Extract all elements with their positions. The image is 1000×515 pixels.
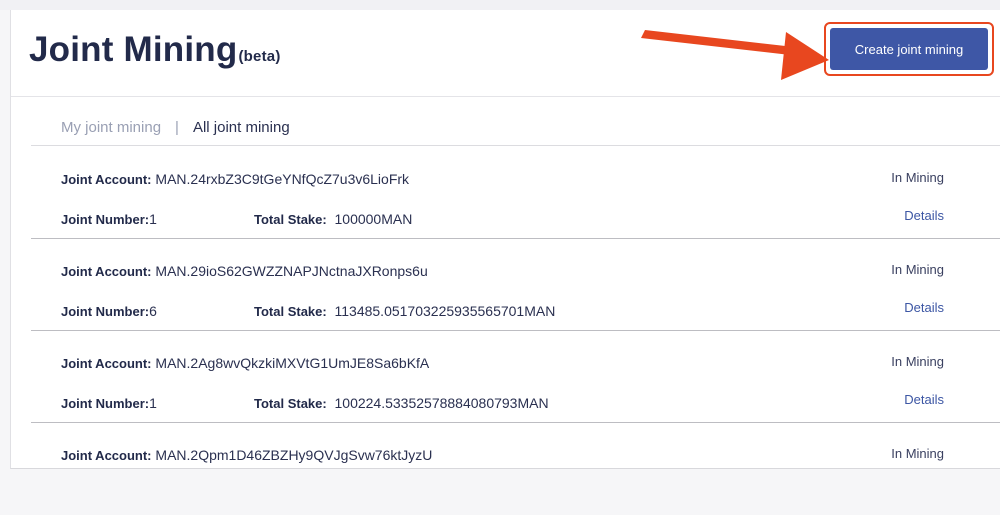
joint-number-value: 6	[149, 303, 157, 319]
list-item: Joint Account: MAN.24rxbZ3C9tGeYNfQcZ7u3…	[31, 146, 1000, 239]
top-strip	[0, 0, 1000, 10]
tab-my-joint-mining[interactable]: My joint mining	[61, 119, 161, 136]
joint-account-label: Joint Account:	[61, 448, 152, 463]
total-stake-group: Total Stake: 100224.53352578884080793MAN	[254, 395, 549, 411]
joint-account-label: Joint Account:	[61, 356, 152, 371]
joint-number-label: Joint Number:	[61, 304, 150, 319]
joint-number-value: 1	[149, 395, 157, 411]
total-stake-label: Total Stake:	[254, 396, 327, 411]
list-item: Joint Account: MAN.29ioS62GWZZNAPJNctnaJ…	[31, 238, 1000, 331]
joint-info-line: Joint Number:1 Total Stake: 100224.533525…	[61, 395, 549, 411]
status-text: In Mining	[891, 262, 944, 277]
joint-account-value: MAN.29ioS62GWZZNAPJNctnaJXRonps6u	[155, 263, 428, 279]
joint-account-line: Joint Account: MAN.24rxbZ3C9tGeYNfQcZ7u3…	[61, 171, 409, 187]
joint-account-value: MAN.24rxbZ3C9tGeYNfQcZ7u3v6LioFrk	[155, 171, 410, 187]
page-header: Joint Mining(beta) Create joint mining	[11, 10, 1000, 97]
page-title: Joint Mining(beta)	[29, 30, 281, 70]
details-link[interactable]: Details	[904, 300, 944, 315]
status-text: In Mining	[891, 170, 944, 185]
tab-bar: My joint mining | All joint mining	[61, 119, 290, 136]
tab-separator: |	[175, 119, 179, 136]
total-stake-label: Total Stake:	[254, 212, 327, 227]
create-joint-mining-button[interactable]: Create joint mining	[830, 28, 988, 70]
joint-account-value: MAN.2Ag8wvQkzkiMXVtG1UmJE8Sa6bKfA	[155, 355, 430, 371]
total-stake-label: Total Stake:	[254, 304, 327, 319]
annotation-arrow-icon	[641, 30, 829, 80]
details-link[interactable]: Details	[904, 208, 944, 223]
details-link[interactable]: Details	[904, 392, 944, 407]
list-item: Joint Account: MAN.2Ag8wvQkzkiMXVtG1UmJE…	[31, 330, 1000, 423]
joint-number-label: Joint Number:	[61, 212, 150, 227]
list-item: Joint Account: MAN.2Qpm1D46ZBZHy9QVJgSvw…	[31, 422, 1000, 482]
joint-account-line: Joint Account: MAN.2Qpm1D46ZBZHy9QVJgSvw…	[61, 447, 432, 463]
total-stake-group: Total Stake: 100000MAN	[254, 211, 412, 227]
tab-all-joint-mining[interactable]: All joint mining	[193, 119, 290, 136]
status-text: In Mining	[891, 354, 944, 369]
total-stake-value: 100000MAN	[334, 211, 413, 227]
total-stake-value: 113485.051703225935565701MAN	[334, 303, 556, 319]
status-text: In Mining	[891, 446, 944, 461]
page-title-text: Joint Mining	[29, 30, 238, 69]
joint-account-label: Joint Account:	[61, 264, 152, 279]
create-button-highlight: Create joint mining	[824, 22, 994, 76]
joint-info-line: Joint Number:1 Total Stake: 100000MAN	[61, 211, 412, 227]
joint-account-line: Joint Account: MAN.2Ag8wvQkzkiMXVtG1UmJE…	[61, 355, 429, 371]
joint-number-value: 1	[149, 211, 157, 227]
total-stake-value: 100224.53352578884080793MAN	[334, 395, 549, 411]
beta-tag: (beta)	[238, 48, 281, 65]
joint-number-label: Joint Number:	[61, 396, 150, 411]
joint-account-label: Joint Account:	[61, 172, 152, 187]
total-stake-group: Total Stake: 113485.051703225935565701MA…	[254, 303, 555, 319]
joint-mining-panel: Joint Mining(beta) Create joint mining M…	[10, 10, 1000, 469]
joint-account-line: Joint Account: MAN.29ioS62GWZZNAPJNctnaJ…	[61, 263, 428, 279]
joint-info-line: Joint Number:6 Total Stake: 113485.051703…	[61, 303, 555, 319]
joint-account-value: MAN.2Qpm1D46ZBZHy9QVJgSvw76ktJyzU	[155, 447, 433, 463]
